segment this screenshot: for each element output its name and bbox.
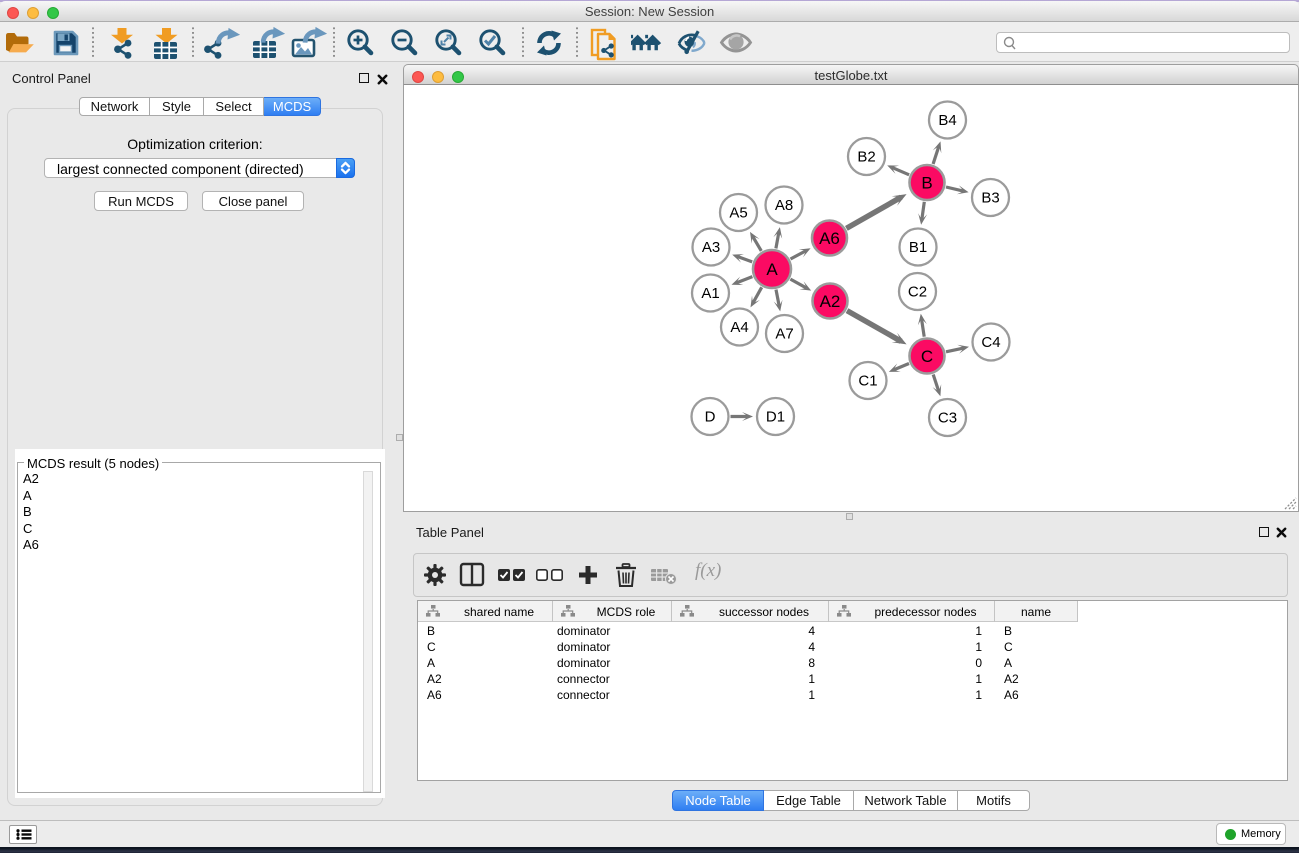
svg-text:A4: A4 <box>730 319 748 336</box>
svg-text:C1: C1 <box>858 373 877 390</box>
svg-text:A3: A3 <box>702 239 720 256</box>
svg-text:D: D <box>705 409 716 426</box>
svg-text:B2: B2 <box>857 149 875 166</box>
svg-text:C2: C2 <box>908 284 927 301</box>
svg-text:C4: C4 <box>981 334 1000 351</box>
svg-text:D1: D1 <box>766 409 785 426</box>
svg-text:B4: B4 <box>938 112 956 129</box>
svg-text:A2: A2 <box>820 292 841 311</box>
svg-text:B3: B3 <box>981 190 999 207</box>
svg-text:B: B <box>921 174 932 193</box>
svg-text:A5: A5 <box>729 205 747 222</box>
svg-text:A6: A6 <box>819 229 840 248</box>
svg-text:C: C <box>921 347 933 366</box>
svg-text:A7: A7 <box>775 326 793 343</box>
svg-text:A1: A1 <box>701 285 719 302</box>
svg-text:A8: A8 <box>775 197 793 214</box>
svg-text:C3: C3 <box>938 410 957 427</box>
svg-text:B1: B1 <box>909 239 927 256</box>
svg-text:A: A <box>766 260 778 279</box>
